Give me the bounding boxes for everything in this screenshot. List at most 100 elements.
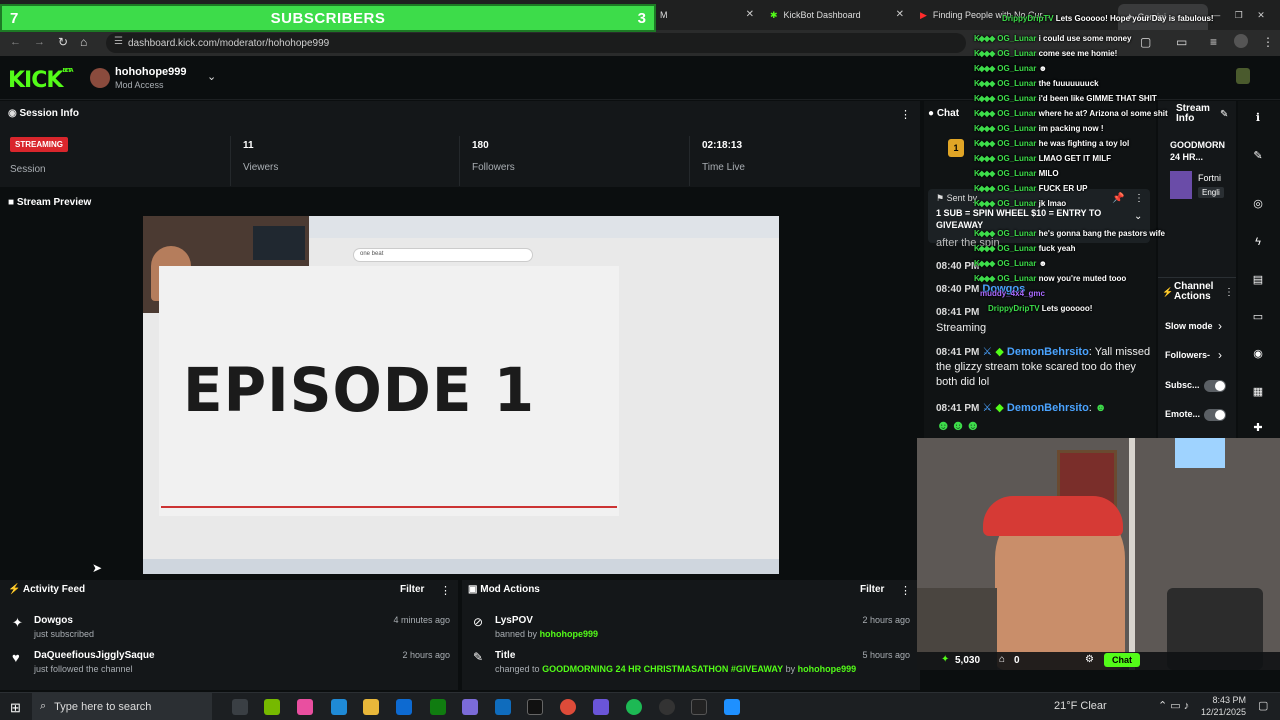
chrome-icon[interactable]: [560, 699, 576, 715]
chat-send-button[interactable]: Chat: [1104, 653, 1140, 667]
tray-icons[interactable]: ⌃ ▭ ♪: [1158, 699, 1189, 712]
file-explorer-icon[interactable]: [363, 699, 379, 715]
user-avatar[interactable]: [1236, 68, 1250, 84]
mod-filter-button[interactable]: Filter: [860, 584, 884, 595]
kick-logo[interactable]: KICKBETA: [8, 68, 74, 93]
spotify-icon[interactable]: [626, 699, 642, 715]
mod-by[interactable]: hohohope999: [798, 664, 857, 674]
document-icon[interactable]: ▤: [1249, 271, 1267, 289]
emote-icon: ☻: [1038, 64, 1048, 73]
stat-followers: 180 Followers: [460, 136, 690, 186]
chevron-down-icon[interactable]: ⌄: [207, 70, 216, 83]
mod-target[interactable]: LysPOV: [495, 615, 598, 626]
chat-username[interactable]: DemonBehrsito: [1007, 402, 1089, 414]
more-options-icon[interactable]: ⋮: [1224, 287, 1234, 298]
stat-spacer: [0, 136, 230, 186]
menu-icon[interactable]: ≡: [1210, 35, 1217, 49]
gift-count: 0: [1014, 655, 1020, 666]
logo-badge: BETA: [62, 68, 73, 74]
broadcast-icon[interactable]: ◉: [1249, 345, 1267, 363]
task-view-icon[interactable]: [232, 699, 248, 715]
subscribers-toggle[interactable]: [1204, 380, 1226, 392]
clock-time[interactable]: 8:43 PM: [1206, 695, 1246, 705]
preview-search-text: one beat: [360, 251, 384, 257]
activity-user[interactable]: DaQueefiousJigglySaque: [34, 650, 155, 661]
close-icon[interactable]: ✕: [746, 9, 754, 20]
overlay-user: OG_Lunar: [997, 199, 1037, 208]
activity-user[interactable]: Dowgos: [34, 615, 94, 626]
forward-icon[interactable]: →: [34, 36, 45, 48]
lightning-icon[interactable]: ϟ: [1249, 233, 1267, 251]
followers-only-item[interactable]: Followers-: [1165, 350, 1210, 360]
clock-date[interactable]: 12/21/2025: [1200, 707, 1246, 717]
nvidia-icon[interactable]: [264, 699, 280, 715]
tab-kickbot[interactable]: ✱ KickBot Dashboard ✕: [762, 0, 912, 30]
app-icon[interactable]: [724, 699, 740, 715]
copilot-icon[interactable]: [297, 699, 313, 715]
overlay-user: OG_Lunar: [997, 79, 1037, 88]
activity-filter-button[interactable]: Filter: [400, 584, 424, 595]
site-info-icon[interactable]: ☰: [114, 36, 123, 47]
outlook-icon[interactable]: [495, 699, 511, 715]
url-field[interactable]: ☰ dashboard.kick.com/moderator/hohohope9…: [106, 33, 966, 53]
overlay-text: come see me homie!: [1038, 49, 1118, 58]
weather-text[interactable]: 21°F Clear: [1054, 700, 1107, 712]
tiktok-icon[interactable]: [527, 699, 543, 715]
overlay-user: OG_Lunar: [997, 259, 1037, 268]
wrench-icon[interactable]: ✚: [1249, 419, 1267, 437]
chevron-right-icon[interactable]: ›: [1218, 348, 1222, 362]
more-options-icon[interactable]: ⋮: [900, 108, 911, 121]
gift-icon[interactable]: ⌂: [999, 654, 1005, 665]
sub-goal-label: SUBSCRIBERS: [270, 9, 386, 27]
badge-icons: K◆◆◆: [974, 274, 995, 283]
stat-value: 11: [243, 140, 254, 151]
overlay-user: DrippyDripTV: [988, 304, 1040, 313]
more-options-icon[interactable]: ⋮: [440, 584, 451, 597]
edit-icon[interactable]: ✎: [1220, 109, 1228, 120]
shield-icon: ▣: [468, 584, 478, 595]
activity-time: 4 minutes ago: [393, 615, 450, 625]
settings-icon[interactable]: ⚙: [1085, 654, 1094, 665]
activity-desc: just subscribed: [34, 629, 95, 639]
subscribers-only-item[interactable]: Subsc...: [1165, 380, 1200, 390]
home-icon[interactable]: ⌂: [80, 35, 87, 49]
badge-icons: K◆◆◆: [974, 199, 995, 208]
pencil-icon[interactable]: ✎: [1249, 147, 1267, 165]
chat-username[interactable]: DemonBehrsito: [1007, 346, 1089, 358]
chat-message: 08:41 PM ⚔ ◆ DemonBehrsito: ☻: [936, 402, 1107, 414]
reload-icon[interactable]: ↻: [58, 35, 68, 49]
activity-feed-header: ⚡ Activity Feed: [8, 584, 85, 595]
close-icon[interactable]: ✕: [896, 9, 904, 20]
app-icon[interactable]: [659, 699, 675, 715]
chat-bubble-icon[interactable]: ▭: [1249, 308, 1267, 326]
overlay-user: OG_Lunar: [997, 274, 1037, 283]
xbox-icon[interactable]: [430, 699, 446, 715]
maximize-icon[interactable]: ❐: [1235, 10, 1243, 21]
edge-icon[interactable]: [331, 699, 347, 715]
store-icon[interactable]: [396, 699, 412, 715]
app-icon[interactable]: [462, 699, 478, 715]
tab-partial[interactable]: M ✕: [652, 0, 762, 30]
windows-start-icon[interactable]: ⊞: [10, 700, 21, 716]
profile-avatar[interactable]: [1234, 34, 1248, 48]
emote-toggle[interactable]: [1204, 409, 1226, 421]
epic-icon[interactable]: [691, 699, 707, 715]
slow-mode-item[interactable]: Slow mode: [1165, 321, 1213, 331]
mod-by[interactable]: hohohope999: [540, 629, 599, 639]
close-window-icon[interactable]: ✕: [1257, 10, 1265, 21]
mod-action-item: Title changed to GOODMORNING 24 HR CHRIST…: [495, 650, 856, 674]
mod-action-text: banned by: [495, 629, 538, 639]
info-icon[interactable]: ℹ: [1249, 109, 1267, 127]
cam-door-frame: [1129, 438, 1135, 670]
more-icon[interactable]: ⋮: [1262, 35, 1274, 49]
panel-icon[interactable]: ▦: [1249, 383, 1267, 401]
chevron-right-icon[interactable]: ›: [1218, 319, 1222, 333]
stream-preview-video[interactable]: one beat EPISODE 1: [143, 216, 779, 574]
notification-icon[interactable]: ▢: [1258, 699, 1268, 712]
emote-only-item[interactable]: Emote...: [1165, 409, 1200, 419]
more-options-icon[interactable]: ⋮: [900, 584, 911, 597]
target-icon[interactable]: ◎: [1249, 195, 1267, 213]
back-icon[interactable]: ←: [10, 36, 21, 48]
obs-icon[interactable]: [593, 699, 609, 715]
taskbar-search[interactable]: ⌕ Type here to search: [32, 693, 212, 720]
